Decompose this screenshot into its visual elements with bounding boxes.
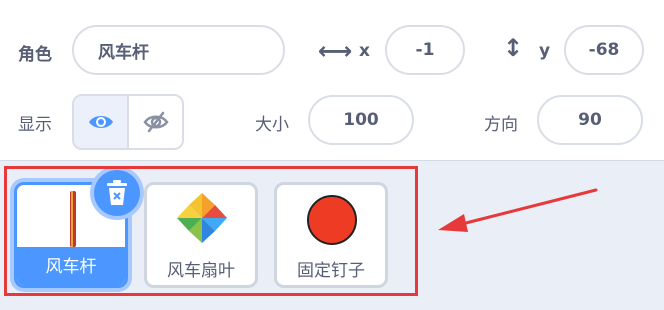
x-label: x (359, 41, 370, 61)
direction-label: 方向 (484, 115, 518, 135)
y-input[interactable]: -68 (564, 25, 644, 75)
size-label: 大小 (255, 115, 289, 135)
annotation-arrow (438, 188, 598, 232)
sprite-info-panel: 角色 风车杆 ⟷ x -1 ↕ y -68 显示 大小 100 方向 90 (0, 0, 664, 161)
x-input[interactable]: -1 (385, 25, 465, 75)
show-label: 显示 (18, 115, 52, 135)
visibility-toggle (72, 94, 184, 150)
annotation-highlight-box (4, 166, 418, 296)
y-label: y (539, 41, 551, 61)
size-input[interactable]: 100 (308, 95, 414, 145)
show-button[interactable] (74, 96, 129, 148)
horizontal-arrows-icon: ⟷ (318, 37, 353, 65)
direction-input[interactable]: 90 (537, 95, 643, 145)
eye-icon (88, 116, 113, 128)
hide-button[interactable] (129, 96, 182, 148)
sprite-name-input[interactable]: 风车杆 (72, 25, 285, 75)
vertical-arrows-icon: ↕ (503, 34, 524, 62)
eye-slash-icon (142, 111, 169, 133)
sprite-label: 角色 (18, 45, 52, 65)
